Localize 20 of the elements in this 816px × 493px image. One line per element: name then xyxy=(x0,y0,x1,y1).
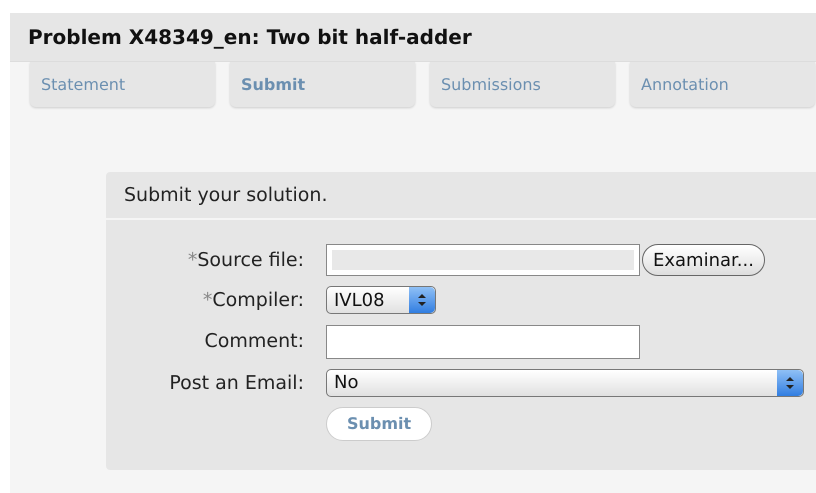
field-label: Post an Email: xyxy=(169,370,304,396)
spinner-icon xyxy=(777,370,803,396)
file-path-field[interactable] xyxy=(326,244,640,276)
problem-title: Problem X48349_en: Two bit half-adder xyxy=(28,24,472,51)
submit-button[interactable]: Submit xyxy=(326,407,432,441)
tab[interactable]: Submissions xyxy=(430,62,615,107)
field-label: Source file: xyxy=(197,248,304,273)
select-field[interactable]: No xyxy=(326,368,804,397)
required-mark: * xyxy=(188,248,198,273)
tab[interactable]: Statement xyxy=(30,62,215,107)
browse-button[interactable]: Examinar... xyxy=(642,244,765,276)
tab[interactable]: Submit xyxy=(230,62,415,107)
field-label: Compiler: xyxy=(212,288,304,313)
form-heading: Submit your solution. xyxy=(124,182,328,208)
required-mark: * xyxy=(202,288,212,313)
comment-field[interactable] xyxy=(326,324,640,358)
tab[interactable]: Annotation xyxy=(630,62,815,107)
spinner-icon xyxy=(409,287,435,314)
select-field[interactable]: IVL08 xyxy=(326,286,436,314)
field-label: Comment: xyxy=(204,329,304,354)
